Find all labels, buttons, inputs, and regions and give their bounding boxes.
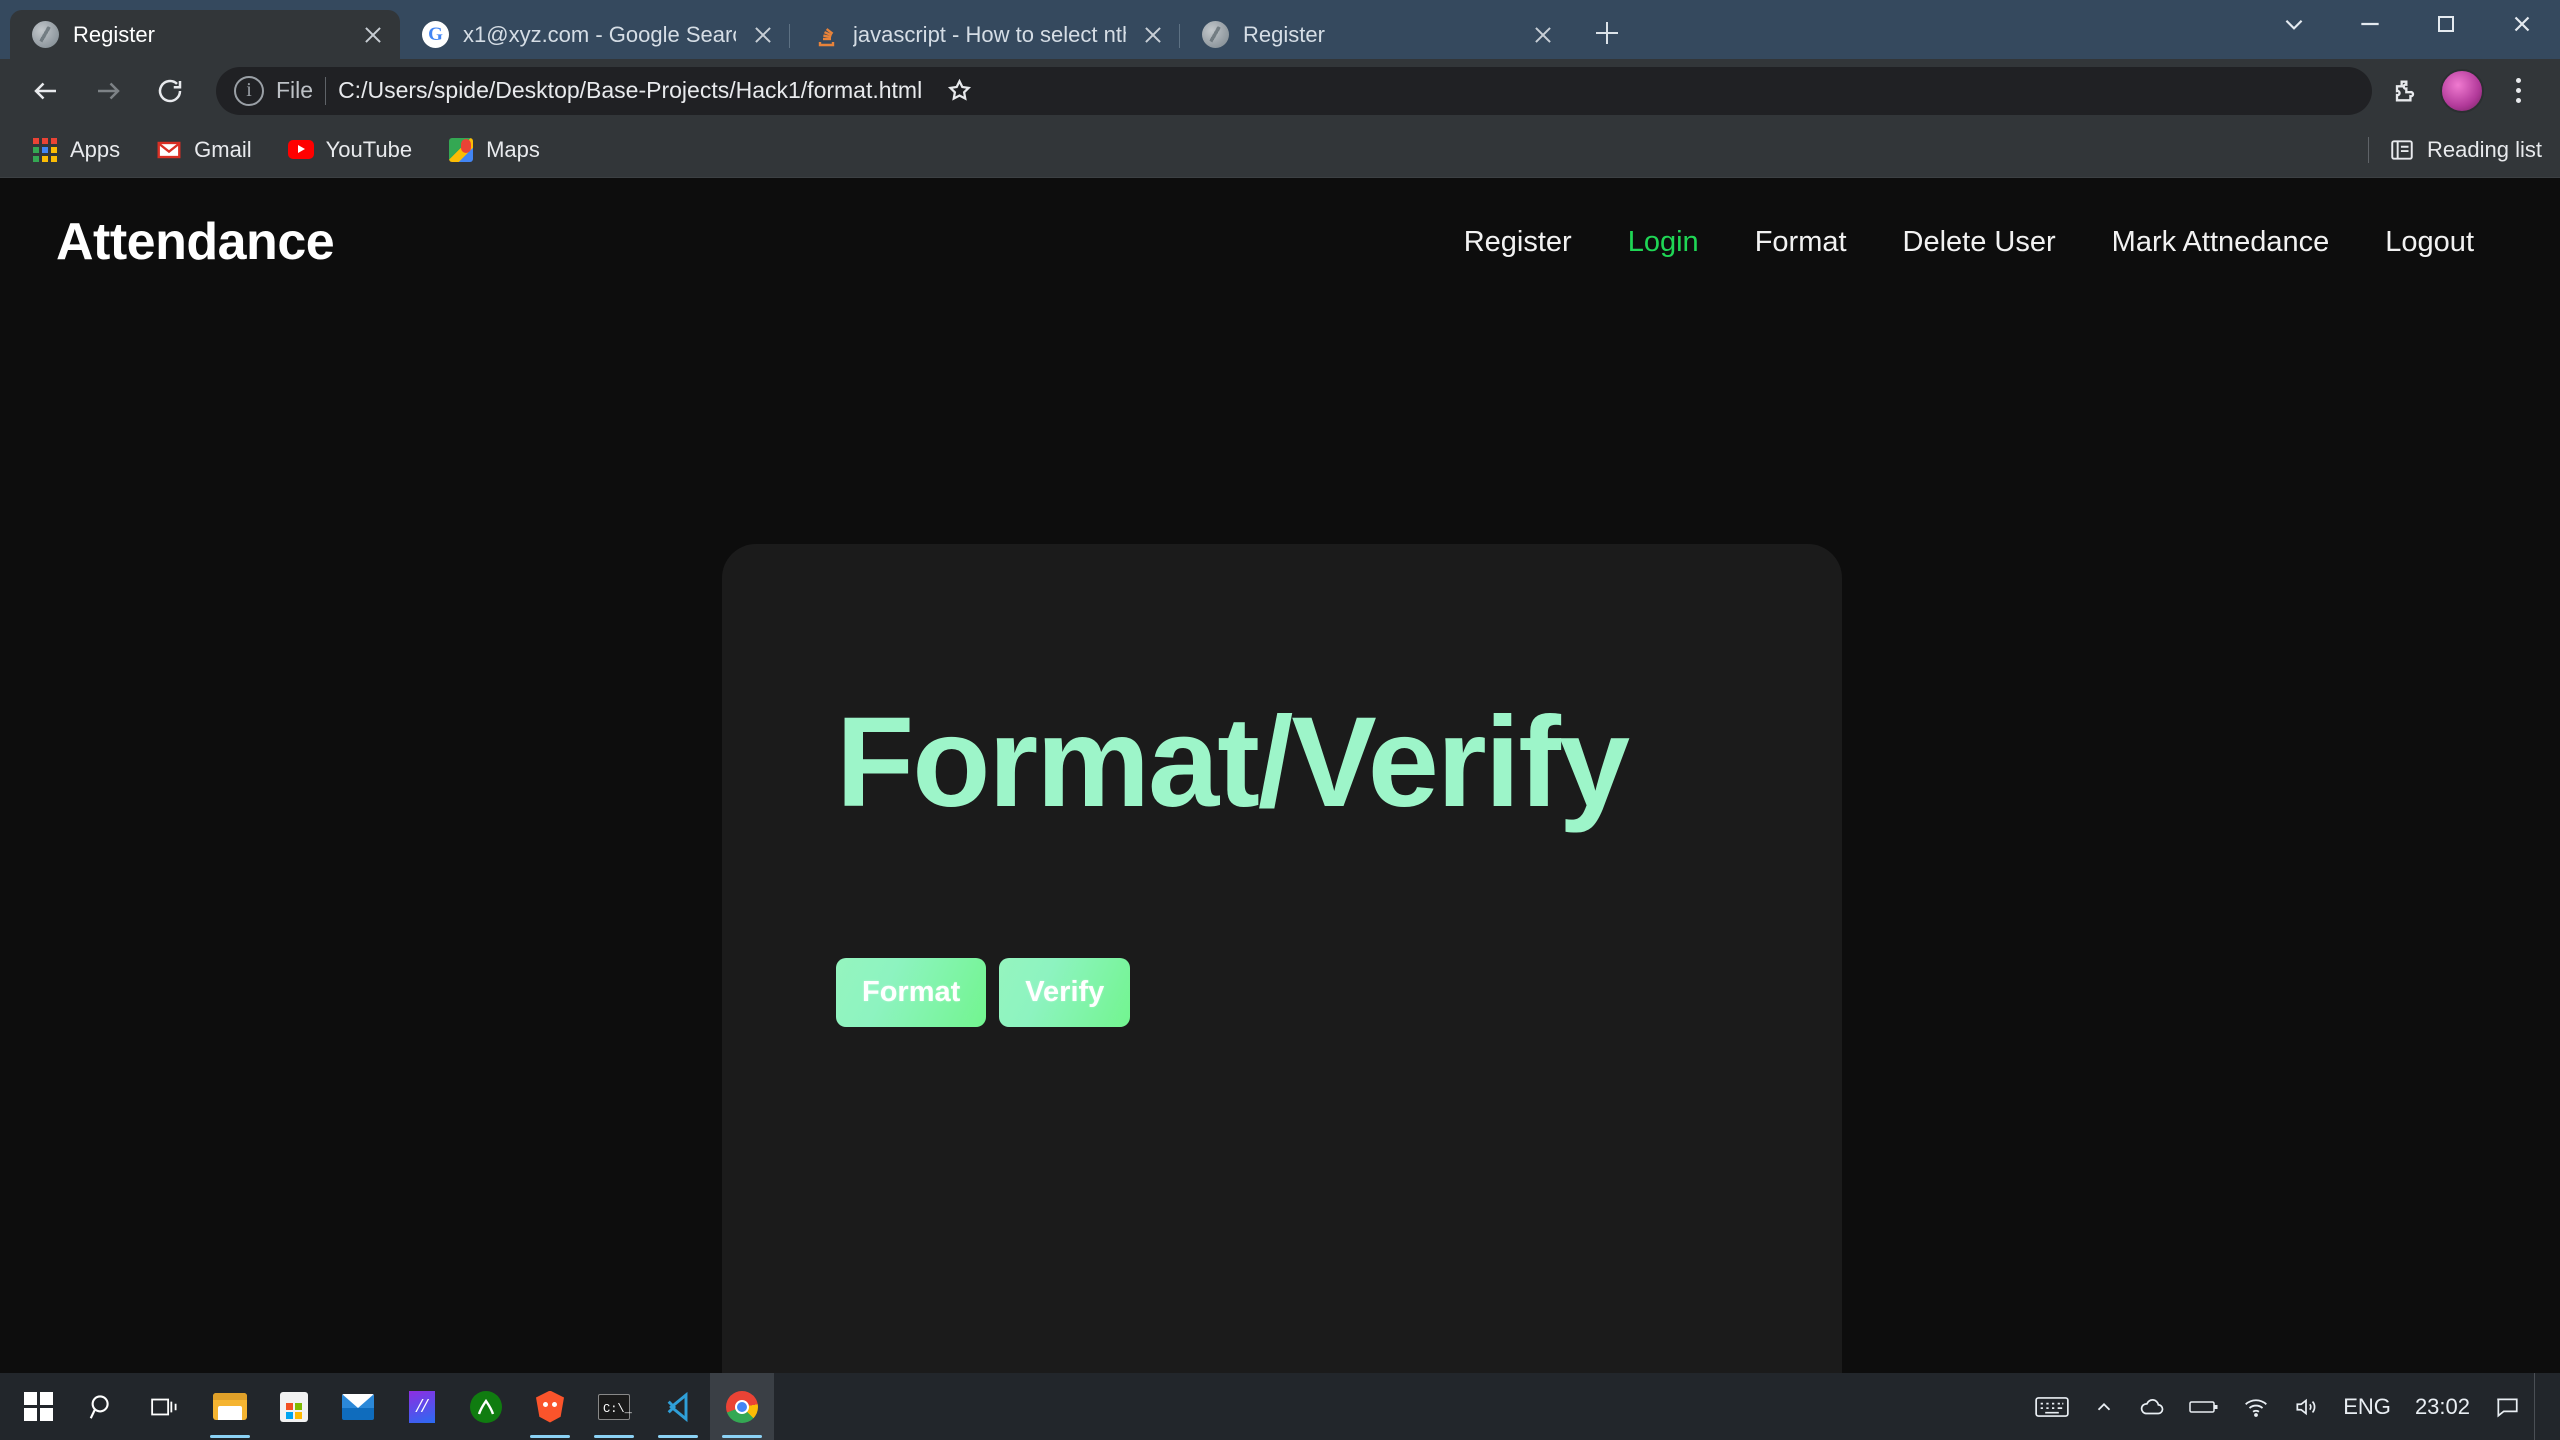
start-button[interactable]	[6, 1373, 70, 1440]
url-text: C:/Users/spide/Desktop/Base-Projects/Hac…	[338, 77, 923, 103]
clock-time: 23:02	[2414, 1393, 2470, 1419]
search-icon[interactable]	[70, 1373, 134, 1440]
maps-icon	[448, 137, 474, 163]
minimize-icon[interactable]	[2332, 0, 2408, 48]
language-indicator[interactable]: ENG	[2333, 1373, 2401, 1440]
bookmark-label: YouTube	[325, 136, 413, 162]
main-nav: Register Login Format Delete User Mark A…	[1436, 226, 2502, 259]
mail-icon[interactable]	[326, 1373, 390, 1440]
chevron-up-icon[interactable]	[2083, 1373, 2125, 1440]
verify-button[interactable]: Verify	[999, 958, 1131, 1028]
puzzle-icon[interactable]	[2378, 65, 2430, 117]
bookmark-label: Gmail	[194, 136, 252, 162]
page-viewport: Attendance Register Login Format Delete …	[0, 178, 2560, 1373]
brave-lion-icon[interactable]	[518, 1373, 582, 1440]
reading-list-button[interactable]: Reading list	[2368, 136, 2542, 163]
browser-toolbar: i File C:/Users/spide/Desktop/Base-Proje…	[0, 59, 2560, 122]
forward-arrow-icon[interactable]	[80, 63, 136, 119]
bookmark-gmail[interactable]: Gmail	[142, 131, 265, 169]
nav-item-format[interactable]: Format	[1727, 226, 1875, 259]
nav-item-mark-attendance[interactable]: Mark Attnedance	[2084, 226, 2358, 259]
close-icon[interactable]	[2484, 0, 2560, 48]
chrome-icon[interactable]	[710, 1373, 774, 1440]
tab-title: Register	[73, 21, 155, 47]
globe-icon	[32, 21, 59, 48]
google-icon: G	[422, 21, 449, 48]
nav-item-logout[interactable]: Logout	[2357, 226, 2502, 259]
clock[interactable]: 23:02	[2405, 1394, 2480, 1419]
profile-avatar[interactable]	[2436, 65, 2488, 117]
bookmark-label: Maps	[486, 136, 540, 162]
address-bar[interactable]: i File C:/Users/spide/Desktop/Base-Proje…	[216, 66, 2372, 116]
star-icon[interactable]	[934, 66, 984, 116]
security-label: File	[276, 77, 314, 103]
divider	[325, 76, 327, 105]
page-title: Format/Verify	[836, 691, 1630, 834]
microsoft-store-icon[interactable]	[262, 1373, 326, 1440]
windows-taskbar: // C:\_ ENG 23:02	[0, 1373, 2560, 1440]
volume-icon[interactable]	[2283, 1373, 2329, 1440]
globe-icon	[1202, 21, 1229, 48]
show-desktop-button[interactable]	[2534, 1373, 2544, 1440]
format-button[interactable]: Format	[836, 958, 987, 1028]
task-view-icon[interactable]	[134, 1373, 198, 1440]
bookmark-maps[interactable]: Maps	[434, 131, 554, 169]
tab-title: javascript - How to select nth iter	[853, 21, 1126, 47]
site-header: Attendance Register Login Format Delete …	[0, 178, 2560, 306]
site-brand: Attendance	[56, 213, 335, 271]
reload-icon[interactable]	[142, 63, 198, 119]
stackoverflow-icon	[812, 21, 839, 48]
gmail-icon	[156, 137, 182, 163]
bookmark-apps[interactable]: Apps	[18, 131, 134, 169]
reading-list-icon	[2389, 137, 2415, 163]
new-tab-button[interactable]	[1584, 10, 1630, 56]
tab-title: x1@xyz.com - Google Search	[463, 21, 736, 47]
tab-title: Register	[1243, 21, 1325, 47]
info-icon[interactable]: i	[234, 75, 264, 106]
back-arrow-icon[interactable]	[18, 63, 74, 119]
browser-tab-4[interactable]: Register	[1180, 10, 1570, 59]
action-button-row: Format Verify	[836, 958, 1842, 1028]
vscode-icon[interactable]	[646, 1373, 710, 1440]
browser-tab-1[interactable]: Register	[10, 10, 400, 59]
close-icon[interactable]	[360, 22, 386, 48]
maximize-icon[interactable]	[2408, 0, 2484, 48]
close-icon[interactable]	[750, 22, 776, 48]
file-explorer-icon[interactable]	[198, 1373, 262, 1440]
browser-tab-3[interactable]: javascript - How to select nth iter	[790, 10, 1180, 59]
close-icon[interactable]	[1530, 22, 1556, 48]
window-controls	[2256, 0, 2560, 59]
browser-tab-2[interactable]: G x1@xyz.com - Google Search	[400, 10, 790, 59]
keyboard-icon[interactable]	[2025, 1373, 2079, 1440]
nav-item-register[interactable]: Register	[1436, 226, 1600, 259]
bookmark-label: Apps	[70, 136, 121, 162]
system-tray: ENG 23:02	[2025, 1373, 2554, 1440]
adobe-icon[interactable]: //	[390, 1373, 454, 1440]
close-icon[interactable]	[1140, 22, 1166, 48]
cloud-icon[interactable]	[2129, 1373, 2175, 1440]
wifi-icon[interactable]	[2233, 1373, 2279, 1440]
nav-item-delete-user[interactable]: Delete User	[1875, 226, 2084, 259]
chevron-down-icon[interactable]	[2256, 0, 2332, 48]
kebab-menu-icon[interactable]	[2494, 67, 2542, 115]
youtube-icon	[287, 137, 314, 163]
apps-grid-icon	[32, 137, 58, 163]
browser-window: Register G x1@xyz.com - Google Search ja…	[0, 0, 2560, 1440]
nav-item-login[interactable]: Login	[1600, 226, 1727, 259]
reading-list-label: Reading list	[2427, 136, 2542, 162]
bookmark-youtube[interactable]: YouTube	[274, 131, 426, 169]
notification-icon[interactable]	[2484, 1373, 2530, 1440]
content-card: Format/Verify Format Verify	[722, 544, 1842, 1373]
battery-icon[interactable]	[2179, 1373, 2229, 1440]
bookmarks-bar: Apps Gmail YouTube Maps Reading list	[0, 122, 2560, 178]
tab-strip: Register G x1@xyz.com - Google Search ja…	[0, 0, 2560, 59]
terminal-icon[interactable]: C:\_	[582, 1373, 646, 1440]
xbox-icon[interactable]	[454, 1373, 518, 1440]
